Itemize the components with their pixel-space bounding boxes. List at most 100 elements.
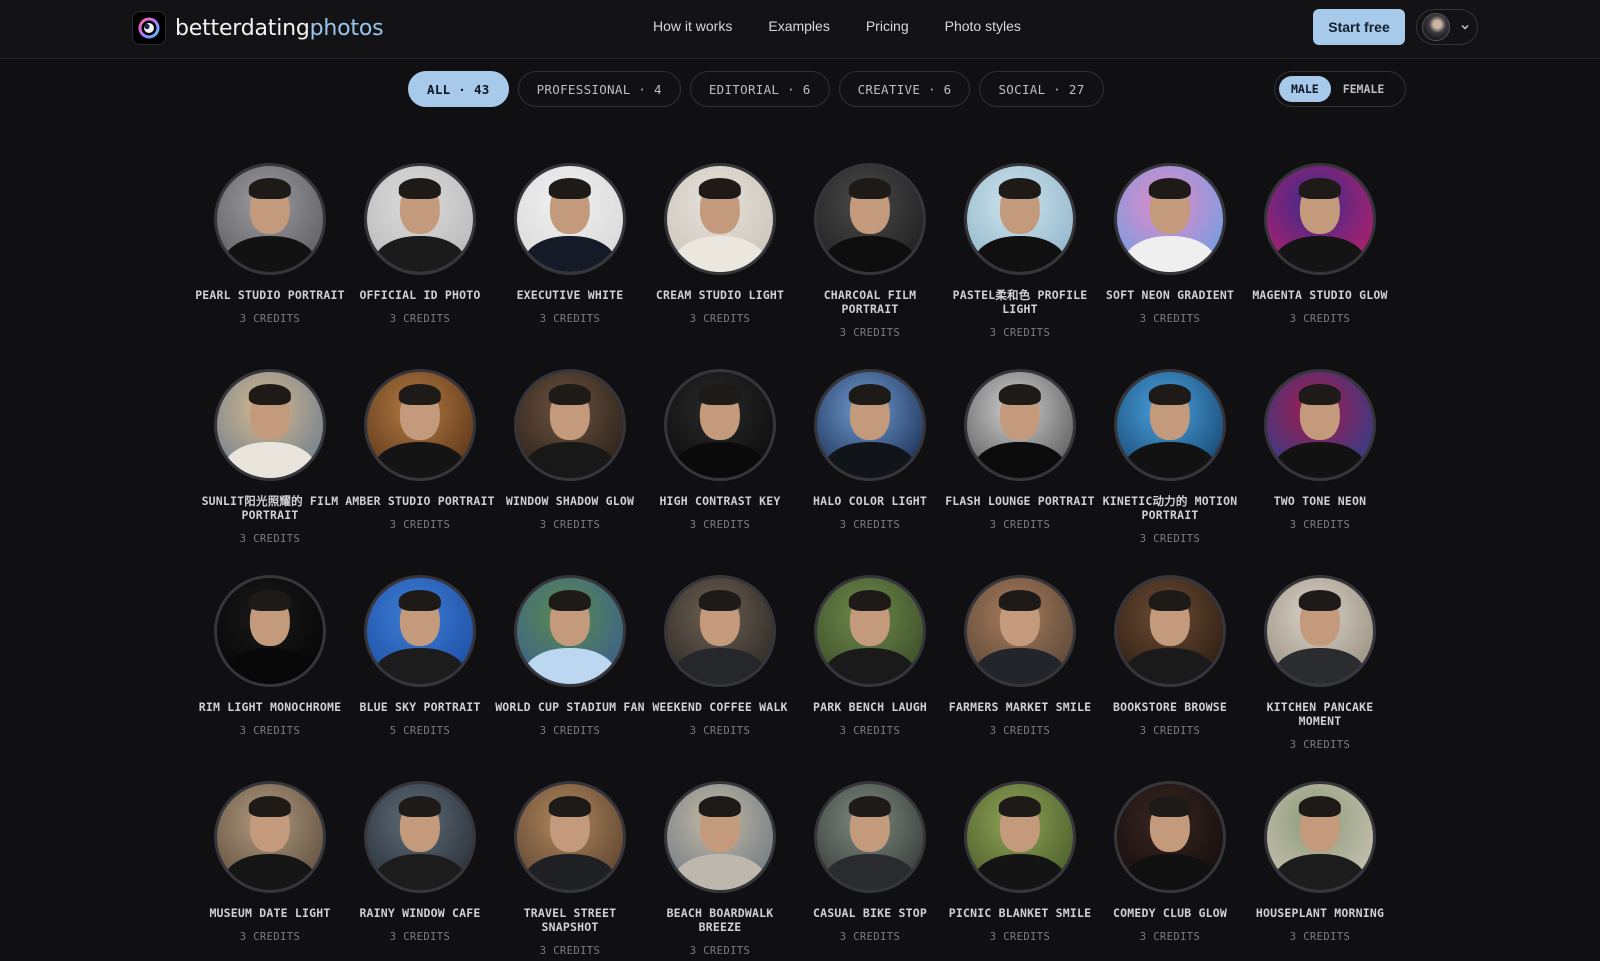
- style-card-title: HIGH CONTRAST KEY: [659, 494, 781, 508]
- style-card-credits: 3 CREDITS: [839, 519, 901, 531]
- portrait-hair: [1298, 795, 1342, 817]
- style-card-credits: 3 CREDITS: [1289, 931, 1351, 943]
- portrait-hair: [398, 589, 442, 611]
- style-card-credits: 3 CREDITS: [1289, 739, 1351, 751]
- style-card[interactable]: SOFT NEON GRADIENT 3 CREDITS: [1095, 163, 1245, 325]
- style-card-title: WINDOW SHADOW GLOW: [505, 494, 635, 508]
- style-card[interactable]: AMBER STUDIO PORTRAIT 3 CREDITS: [345, 369, 495, 531]
- portrait-hair: [398, 795, 442, 817]
- style-preview-photo: [514, 575, 626, 687]
- style-card[interactable]: PEARL STUDIO PORTRAIT 3 CREDITS: [195, 163, 345, 325]
- style-preview-photo: [364, 781, 476, 893]
- style-card[interactable]: FLASH LOUNGE PORTRAIT 3 CREDITS: [945, 369, 1095, 531]
- style-preview-photo: [514, 369, 626, 481]
- style-card[interactable]: MAGENTA STUDIO GLOW 3 CREDITS: [1245, 163, 1395, 325]
- style-card[interactable]: TRAVEL STREET SNAPSHOT 3 CREDITS: [495, 781, 645, 957]
- portrait-shirt: [974, 235, 1066, 272]
- style-card[interactable]: MUSEUM DATE LIGHT 3 CREDITS: [195, 781, 345, 943]
- style-preview-photo: [1114, 163, 1226, 275]
- style-card-title: SUNLIT阳光照耀的 FILM PORTRAIT: [201, 494, 339, 522]
- style-card-title: TRAVEL STREET SNAPSHOT: [523, 906, 617, 934]
- portrait-hair: [1148, 177, 1192, 199]
- style-preview-photo: [214, 781, 326, 893]
- portrait-hair: [248, 177, 292, 199]
- style-card[interactable]: CASUAL BIKE STOP 3 CREDITS: [795, 781, 945, 943]
- portrait-hair: [548, 589, 592, 611]
- style-card-title: HALO COLOR LIGHT: [813, 494, 927, 508]
- style-preview-photo: [1264, 575, 1376, 687]
- style-card[interactable]: WINDOW SHADOW GLOW 3 CREDITS: [495, 369, 645, 531]
- style-card-title: MUSEUM DATE LIGHT: [209, 906, 331, 920]
- style-card[interactable]: SUNLIT阳光照耀的 FILM PORTRAIT 3 CREDITS: [195, 369, 345, 545]
- style-card[interactable]: PASTEL柔和色 PROFILE LIGHT 3 CREDITS: [945, 163, 1095, 339]
- style-card[interactable]: HALO COLOR LIGHT 3 CREDITS: [795, 369, 945, 531]
- style-card-title: PICNIC BLANKET SMILE: [948, 906, 1092, 920]
- portrait-hair: [848, 177, 892, 199]
- style-preview-photo: [814, 781, 926, 893]
- style-card-title: CASUAL BIKE STOP: [813, 906, 927, 920]
- style-card-title: BLUE SKY PORTRAIT: [359, 700, 481, 714]
- style-card-credits: 3 CREDITS: [989, 519, 1051, 531]
- style-card[interactable]: WORLD CUP STADIUM FAN 3 CREDITS: [495, 575, 645, 737]
- style-card-title: PEARL STUDIO PORTRAIT: [195, 288, 345, 302]
- style-card[interactable]: HOUSEPLANT MORNING 3 CREDITS: [1245, 781, 1395, 943]
- portrait-shirt: [674, 647, 766, 684]
- portrait-shirt: [524, 647, 616, 684]
- style-card-title: PASTEL柔和色 PROFILE LIGHT: [952, 288, 1088, 316]
- style-card[interactable]: CREAM STUDIO LIGHT 3 CREDITS: [645, 163, 795, 325]
- style-card-credits: 5 CREDITS: [389, 725, 451, 737]
- style-card-title: FLASH LOUNGE PORTRAIT: [945, 494, 1095, 508]
- style-preview-photo: [964, 781, 1076, 893]
- portrait-shirt: [1124, 441, 1216, 478]
- style-card-title: FARMERS MARKET SMILE: [948, 700, 1092, 714]
- style-card[interactable]: FARMERS MARKET SMILE 3 CREDITS: [945, 575, 1095, 737]
- style-card-credits: 3 CREDITS: [689, 313, 751, 325]
- style-preview-photo: [364, 163, 476, 275]
- style-preview-photo: [664, 575, 776, 687]
- portrait-shirt: [374, 853, 466, 890]
- portrait-hair: [698, 177, 742, 199]
- style-card[interactable]: BEACH BOARDWALK BREEZE 3 CREDITS: [645, 781, 795, 957]
- style-card[interactable]: WEEKEND COFFEE WALK 3 CREDITS: [645, 575, 795, 737]
- style-card[interactable]: PARK BENCH LAUGH 3 CREDITS: [795, 575, 945, 737]
- style-card[interactable]: KITCHEN PANCAKE MOMENT 3 CREDITS: [1245, 575, 1395, 751]
- style-card[interactable]: PICNIC BLANKET SMILE 3 CREDITS: [945, 781, 1095, 943]
- style-preview-photo: [364, 575, 476, 687]
- style-card-credits: 3 CREDITS: [1289, 519, 1351, 531]
- style-card[interactable]: KINETIC动力的 MOTION PORTRAIT 3 CREDITS: [1095, 369, 1245, 545]
- style-card-title: KITCHEN PANCAKE MOMENT: [1266, 700, 1374, 728]
- style-preview-photo: [814, 369, 926, 481]
- style-card[interactable]: COMEDY CLUB GLOW 3 CREDITS: [1095, 781, 1245, 943]
- style-card[interactable]: EXECUTIVE WHITE 3 CREDITS: [495, 163, 645, 325]
- style-card-credits: 3 CREDITS: [539, 725, 601, 737]
- style-card-title: EXECUTIVE WHITE: [516, 288, 624, 302]
- portrait-shirt: [224, 647, 316, 684]
- style-card-credits: 3 CREDITS: [1139, 313, 1201, 325]
- portrait-hair: [1148, 795, 1192, 817]
- style-card[interactable]: RAINY WINDOW CAFE 3 CREDITS: [345, 781, 495, 943]
- style-preview-photo: [514, 163, 626, 275]
- style-card-credits: 3 CREDITS: [239, 313, 301, 325]
- style-card[interactable]: BLUE SKY PORTRAIT 5 CREDITS: [345, 575, 495, 737]
- portrait-hair: [998, 177, 1042, 199]
- style-preview-photo: [1114, 575, 1226, 687]
- style-preview-photo: [664, 163, 776, 275]
- style-card[interactable]: TWO TONE NEON 3 CREDITS: [1245, 369, 1395, 531]
- portrait-hair: [248, 383, 292, 405]
- style-card-credits: 3 CREDITS: [539, 313, 601, 325]
- style-card[interactable]: HIGH CONTRAST KEY 3 CREDITS: [645, 369, 795, 531]
- style-preview-photo: [814, 163, 926, 275]
- style-card[interactable]: OFFICIAL ID PHOTO 3 CREDITS: [345, 163, 495, 325]
- style-card-title: KINETIC动力的 MOTION PORTRAIT: [1102, 494, 1238, 522]
- portrait-shirt: [1274, 647, 1366, 684]
- style-card[interactable]: CHARCOAL FILM PORTRAIT 3 CREDITS: [795, 163, 945, 339]
- portrait-hair: [248, 589, 292, 611]
- style-card-credits: 3 CREDITS: [1139, 725, 1201, 737]
- style-card[interactable]: RIM LIGHT MONOCHROME 3 CREDITS: [195, 575, 345, 737]
- portrait-shirt: [1124, 853, 1216, 890]
- style-preview-photo: [964, 163, 1076, 275]
- style-preview-photo: [1264, 163, 1376, 275]
- portrait-hair: [1148, 589, 1192, 611]
- style-preview-photo: [664, 781, 776, 893]
- style-card[interactable]: BOOKSTORE BROWSE 3 CREDITS: [1095, 575, 1245, 737]
